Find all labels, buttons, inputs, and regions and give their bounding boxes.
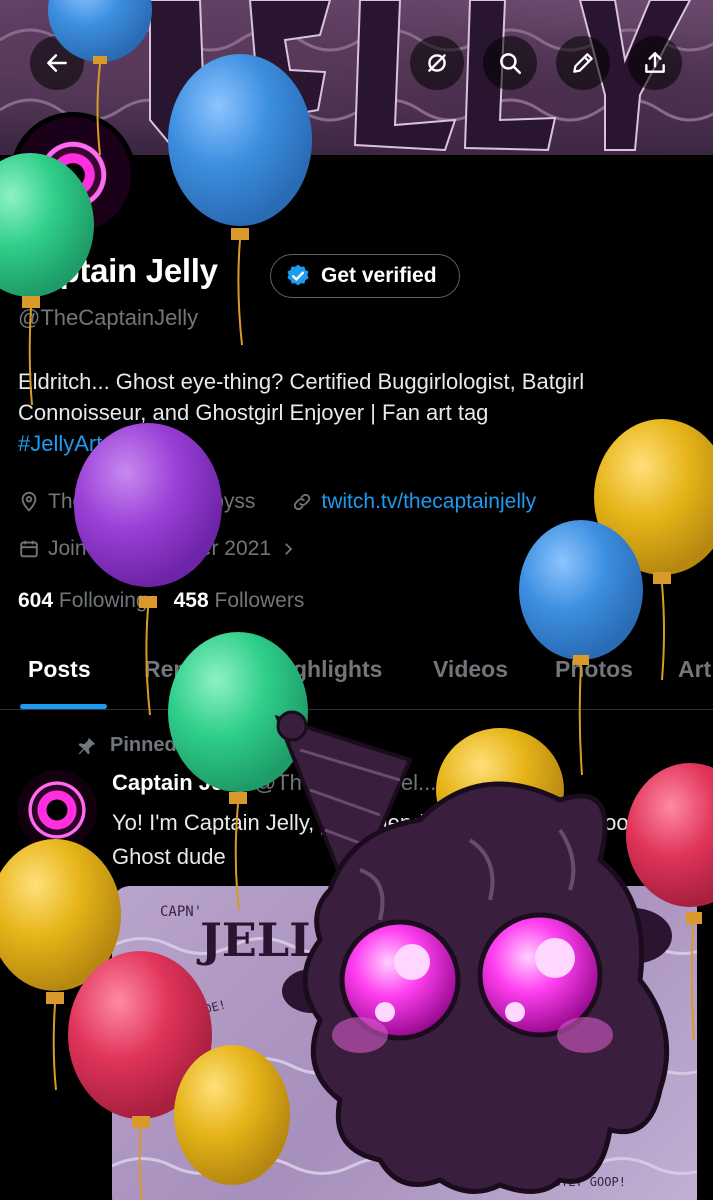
pinned-label: Pinned [110, 734, 177, 756]
post-handle-date: @TheCaptainJel... · 8/9/2 [253, 770, 505, 795]
profile-handle: @TheCaptainJelly [18, 305, 199, 330]
post-image-art: CAPN' JELLY VAPORWAVE DUDE! TENTACLE LIK… [112, 904, 697, 1189]
tab-videos[interactable]: Videos [433, 656, 508, 683]
tab-highlights[interactable]: Highlights [270, 656, 382, 683]
calendar-icon [20, 540, 38, 558]
share-icon [645, 52, 665, 73]
profile-joined: Joined September 2021 [48, 537, 271, 560]
following-count: 604 [18, 589, 54, 612]
image-text-capn: CAPN' [160, 904, 202, 920]
pinned-indicator: Pinned [76, 734, 177, 757]
share-button[interactable] [628, 36, 682, 90]
profile-tabs: Posts Replies Highlights Videos Photos A… [0, 640, 713, 710]
followers-count: 458 [173, 589, 209, 612]
tab-art[interactable]: Art [678, 656, 711, 683]
profile-bio: Eldritch... Ghost eye-thing? Certified B… [18, 366, 698, 459]
profile-joined-row[interactable]: Joined September 2021 [18, 537, 297, 561]
following-link[interactable]: 604 Following [18, 589, 148, 613]
following-label: Following [58, 589, 148, 612]
profile-name: Captain Jelly [18, 252, 218, 289]
tab-replies[interactable]: Replies [144, 656, 226, 683]
followers-label: Followers [214, 589, 305, 612]
image-text-jelly: JELLY [196, 913, 353, 967]
edit-button[interactable] [556, 36, 610, 90]
profile-link[interactable]: twitch.tv/thecaptainjelly [321, 490, 536, 514]
location-pin-icon [21, 491, 37, 512]
link-icon [294, 493, 311, 511]
profile-meta-row: The Vaporwave Abyss twitch.tv/thecaptain… [18, 490, 536, 514]
post-avatar[interactable] [17, 770, 97, 850]
image-text-vaporwave: VAPORWAVE DUDE! [119, 997, 227, 1039]
arrow-left-icon [47, 54, 67, 72]
x-logo-icon: 𝕏 [662, 770, 683, 800]
pin-icon [78, 737, 96, 754]
chevron-right-icon [285, 543, 293, 555]
followers-link[interactable]: 458 Followers [174, 589, 305, 613]
follow-stats: 604 Following 458 Followers [18, 589, 304, 613]
get-verified-button[interactable]: Get verified [270, 254, 460, 298]
profile-avatar[interactable] [10, 112, 136, 238]
post-text: Yo! I'm Captain Jelly, your friendly nei… [112, 810, 652, 869]
back-button[interactable] [30, 36, 84, 90]
post-author[interactable]: Captain Jelly [112, 770, 248, 795]
grok-button[interactable] [410, 36, 464, 90]
bio-hashtag[interactable]: #JellyArt [18, 431, 102, 456]
post-image[interactable]: CAPN' JELLY VAPORWAVE DUDE! TENTACLE LIK… [112, 886, 697, 1200]
tab-photos[interactable]: Photos [555, 656, 633, 683]
avatar-image [15, 117, 131, 233]
verified-badge-icon [287, 264, 309, 286]
profile-location: The Vaporwave Abyss [48, 490, 256, 513]
image-text-tentacle: TENTACLE LIKE THE [512, 976, 625, 989]
pencil-icon [573, 53, 593, 73]
bio-text: Eldritch... Ghost eye-thing? Certified B… [18, 369, 585, 425]
grok-slash-icon [428, 54, 446, 72]
active-tab-indicator [20, 704, 107, 709]
image-text-ghostly: GHOSTLY GOOP! [532, 1175, 626, 1189]
balloon-yellow-left [0, 839, 121, 1091]
search-button[interactable] [483, 36, 537, 90]
get-verified-label: Get verified [321, 264, 437, 287]
search-icon [500, 53, 521, 74]
post-header: Captain Jelly @TheCaptainJel... · 8/9/2 [112, 770, 505, 796]
tab-posts[interactable]: Posts [28, 656, 91, 683]
